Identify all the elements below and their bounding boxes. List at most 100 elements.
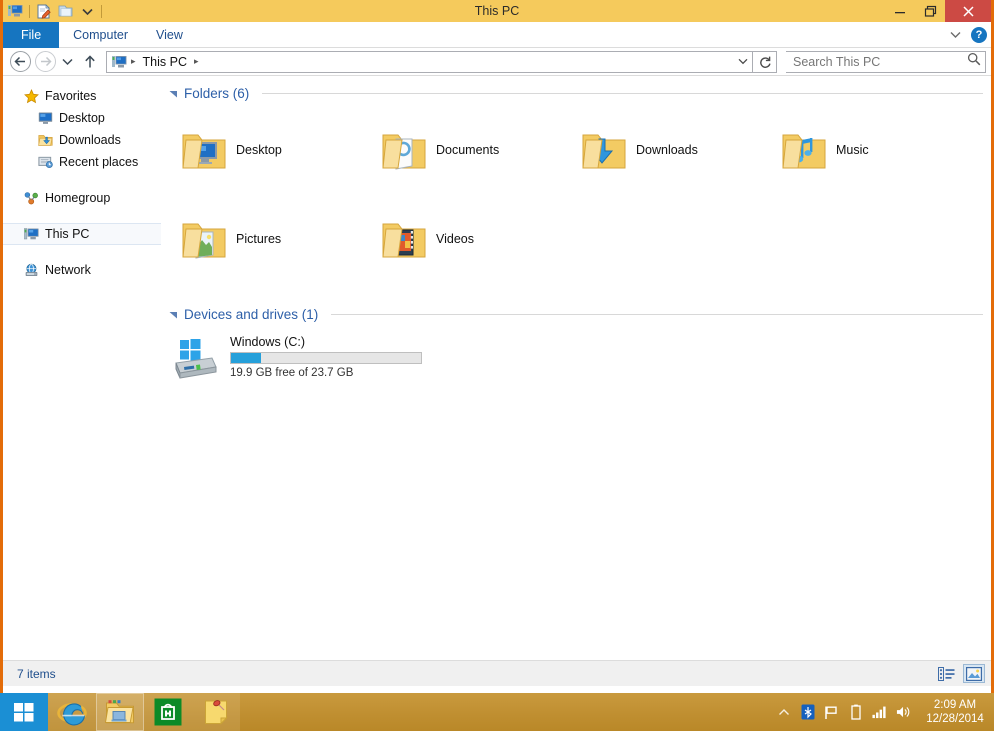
sidebar-label-network: Network — [45, 263, 91, 277]
sidebar-gap-2 — [3, 209, 163, 223]
up-button[interactable] — [77, 49, 102, 74]
folder-desktop-icon — [180, 126, 228, 174]
drive-usage-bar — [230, 352, 422, 364]
folders-grid: Desktop Documents — [168, 105, 983, 283]
status-item-count: 7 items — [17, 667, 56, 681]
taskbar-item-file-explorer[interactable] — [96, 693, 144, 731]
title-bar: This PC — [3, 0, 991, 22]
breadcrumb-arrow-1[interactable]: ▸ — [129, 56, 138, 67]
sidebar-label-favorites: Favorites — [45, 89, 96, 103]
tab-computer[interactable]: Computer — [59, 22, 142, 48]
taskbar: 2:09 AM 12/28/2014 — [0, 693, 994, 731]
window-body: Favorites Desktop — [3, 76, 991, 660]
maximize-restore-button[interactable] — [915, 0, 945, 22]
view-buttons — [935, 664, 985, 683]
battery-icon[interactable] — [848, 704, 863, 720]
taskbar-item-internet-explorer[interactable] — [48, 693, 96, 731]
window-controls — [885, 0, 991, 22]
this-pc-icon — [23, 226, 39, 242]
sidebar-item-homegroup[interactable]: Homegroup — [3, 187, 163, 209]
recent-places-icon — [37, 154, 53, 170]
search-icon — [967, 52, 981, 71]
homegroup-icon — [23, 190, 39, 206]
expand-ribbon-chevron-down-icon[interactable] — [948, 28, 962, 42]
downloads-folder-icon — [37, 132, 53, 148]
folder-item-documents[interactable]: Documents — [372, 105, 572, 194]
navigation-pane: Favorites Desktop — [3, 76, 163, 660]
drives-section-rule — [331, 314, 983, 315]
address-bar-row: ▸ This PC ▸ — [3, 48, 991, 76]
folder-item-videos[interactable]: Videos — [372, 194, 572, 283]
start-button[interactable] — [0, 693, 48, 731]
sidebar-label-desktop: Desktop — [59, 111, 105, 125]
folder-label-pictures: Pictures — [236, 232, 281, 246]
folder-item-pictures[interactable]: Pictures — [172, 194, 372, 283]
folder-music-icon — [780, 126, 828, 174]
network-icon — [23, 262, 39, 278]
forward-button[interactable] — [33, 49, 58, 74]
folder-label-downloads: Downloads — [636, 143, 698, 157]
folders-section-header[interactable]: Folders (6) — [168, 86, 983, 101]
sidebar-item-recent-places[interactable]: Recent places — [3, 151, 163, 173]
collapse-triangle-icon[interactable] — [168, 310, 178, 320]
clock-date: 12/28/2014 — [926, 712, 984, 726]
breadcrumb-arrow-2[interactable]: ▸ — [192, 56, 201, 67]
drives-section-header[interactable]: Devices and drives (1) — [168, 307, 983, 322]
refresh-button[interactable] — [753, 51, 777, 73]
search-box[interactable] — [786, 51, 986, 73]
sidebar-label-homegroup: Homegroup — [45, 191, 110, 205]
breadcrumb-this-pc[interactable]: This PC — [140, 55, 190, 69]
qat-properties-icon[interactable] — [35, 3, 52, 20]
folders-section-rule — [262, 93, 983, 94]
minimize-button[interactable] — [885, 0, 915, 22]
folder-documents-icon — [380, 126, 428, 174]
large-icons-view-button[interactable] — [963, 664, 985, 683]
folder-label-desktop: Desktop — [236, 143, 282, 157]
qat-this-pc-icon[interactable] — [7, 3, 24, 20]
close-button[interactable] — [945, 0, 991, 22]
tab-view[interactable]: View — [142, 22, 197, 48]
folder-pictures-icon — [180, 215, 228, 263]
back-button[interactable] — [8, 49, 33, 74]
bluetooth-icon[interactable] — [800, 704, 815, 720]
drive-item-windows-c[interactable]: Windows (C:) 19.9 GB free of 23.7 GB — [172, 331, 432, 385]
folder-item-desktop[interactable]: Desktop — [172, 105, 372, 194]
volume-icon[interactable] — [896, 704, 911, 720]
folder-downloads-icon — [580, 126, 628, 174]
collapse-triangle-icon[interactable] — [168, 89, 178, 99]
folder-item-music[interactable]: Music — [772, 105, 972, 194]
qat-customize-chevron-down-icon[interactable] — [79, 3, 96, 20]
show-hidden-icons-chevron-up-icon[interactable] — [776, 704, 791, 720]
search-input[interactable] — [793, 55, 967, 69]
qat-new-folder-icon[interactable] — [57, 3, 74, 20]
drive-usage-fill — [231, 353, 261, 363]
sidebar-item-network[interactable]: Network — [3, 259, 163, 281]
folder-label-music: Music — [836, 143, 869, 157]
drives-grid: Windows (C:) 19.9 GB free of 23.7 GB — [168, 331, 983, 385]
action-center-flag-icon[interactable] — [824, 704, 839, 720]
help-icon[interactable]: ? — [971, 27, 987, 43]
tab-file[interactable]: File — [3, 22, 59, 48]
taskbar-clock[interactable]: 2:09 AM 12/28/2014 — [924, 698, 986, 726]
taskbar-item-windows-store[interactable] — [144, 693, 192, 731]
network-signal-icon[interactable] — [872, 704, 887, 720]
folder-item-downloads[interactable]: Downloads — [572, 105, 772, 194]
ribbon-right-controls: ? — [948, 22, 987, 48]
details-view-button[interactable] — [935, 664, 957, 683]
sidebar-item-desktop[interactable]: Desktop — [3, 107, 163, 129]
folder-label-videos: Videos — [436, 232, 474, 246]
star-icon — [23, 88, 39, 104]
status-bar: 7 items — [3, 660, 991, 686]
folder-videos-icon — [380, 215, 428, 263]
recent-locations-chevron-down-icon[interactable] — [58, 49, 77, 74]
breadcrumb-this-pc-icon — [111, 54, 127, 70]
sidebar-item-this-pc[interactable]: This PC — [3, 223, 161, 245]
taskbar-item-sticky-notes[interactable] — [192, 693, 240, 731]
sidebar-item-downloads[interactable]: Downloads — [3, 129, 163, 151]
qat-separator-2 — [101, 5, 102, 18]
breadcrumb-dropdown-chevron-down-icon[interactable] — [735, 52, 750, 72]
breadcrumb[interactable]: ▸ This PC ▸ — [106, 51, 753, 73]
sidebar-item-favorites[interactable]: Favorites — [3, 85, 163, 107]
quick-access-toolbar — [3, 0, 102, 22]
desktop-icon — [37, 110, 53, 126]
